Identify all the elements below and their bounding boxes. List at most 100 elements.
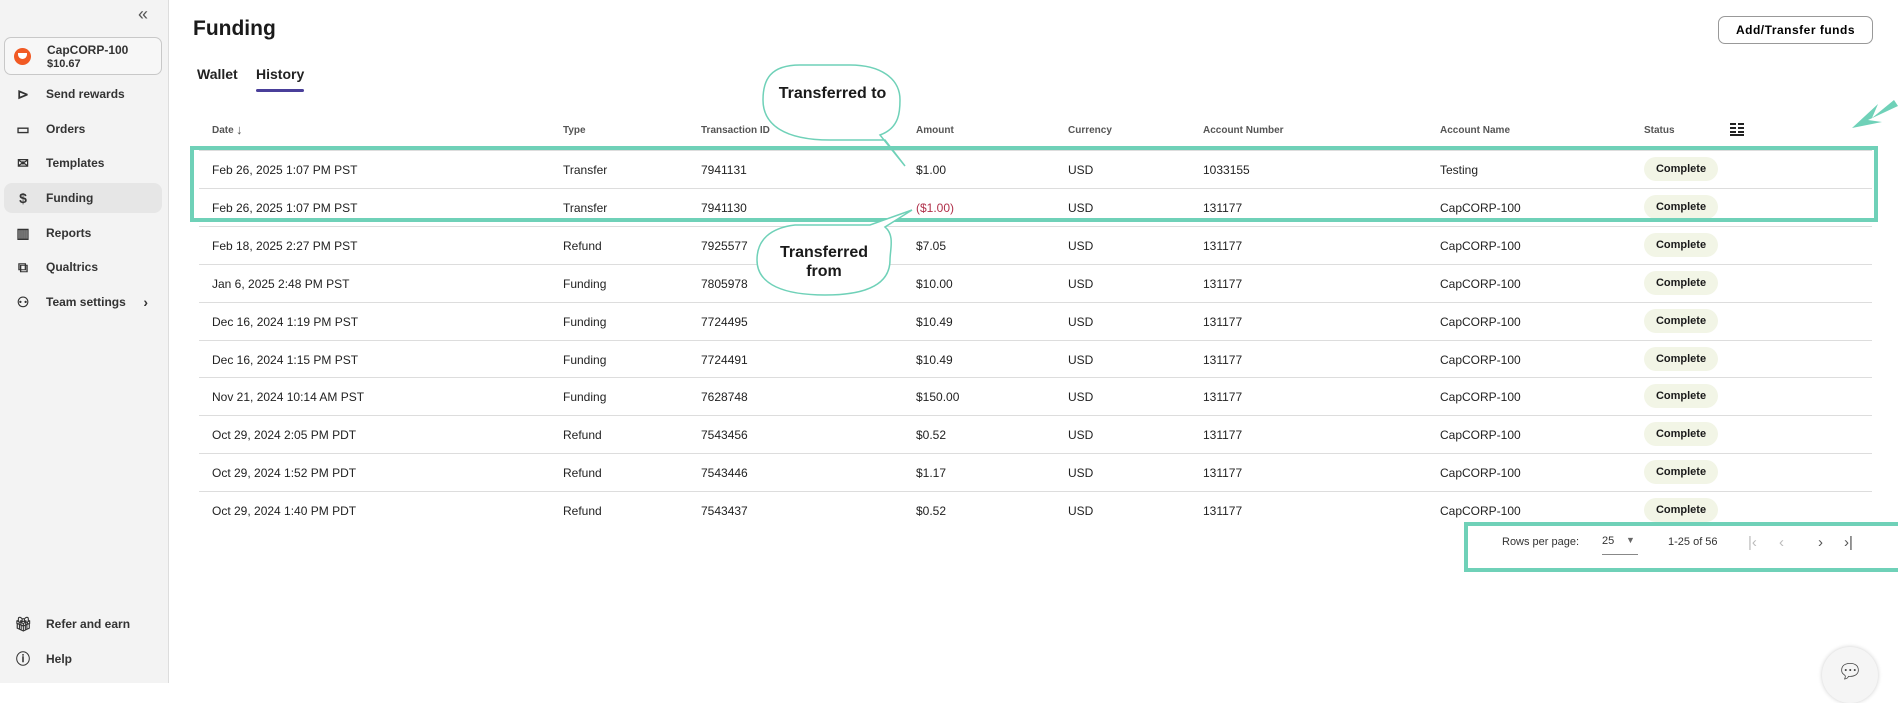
cell-type: Funding xyxy=(563,276,607,291)
cell-account-name: CapCORP-100 xyxy=(1440,390,1521,405)
cell-date: Nov 21, 2024 10:14 AM PST xyxy=(212,390,365,405)
bar-chart-icon: ▥ xyxy=(16,224,30,241)
cell-amount: $7.05 xyxy=(916,238,947,253)
arrow-pointer xyxy=(1852,100,1898,128)
table-row[interactable]: Jan 6, 2025 2:48 PM PST Funding 7805978 $10… xyxy=(199,263,1872,302)
previous-page-icon[interactable]: ‹ xyxy=(1779,534,1784,551)
table-row[interactable]: Oct 29, 2024 2:05 PM PDT Refund 7543456 $0.… xyxy=(199,415,1872,453)
first-page-icon[interactable]: |‹ xyxy=(1748,534,1757,551)
cell-currency: USD xyxy=(1068,276,1094,291)
column-header-currency[interactable]: Currency xyxy=(1068,125,1112,136)
rows-per-page-value: 25 xyxy=(1602,535,1615,547)
cell-type: Funding xyxy=(563,314,607,329)
caret-down-icon: ▼ xyxy=(1626,535,1635,545)
chevron-right-icon: › xyxy=(143,294,148,310)
cell-amount: $10.49 xyxy=(916,352,953,367)
cell-account-number: 131177 xyxy=(1203,466,1243,481)
cell-amount: $150.00 xyxy=(916,390,960,405)
cell-account-name: CapCORP-100 xyxy=(1440,276,1521,291)
people-icon: ⚇ xyxy=(16,293,30,310)
cell-account-name: CapCORP-100 xyxy=(1440,466,1521,481)
help-icon: ⓘ xyxy=(16,651,30,667)
cell-date: Oct 29, 2024 1:40 PM PDT xyxy=(212,504,357,519)
rows-per-page-label: Rows per page: xyxy=(1502,536,1580,548)
sidebar-item-send-rewards[interactable]: ⊳ Send rewards xyxy=(4,79,162,109)
next-page-icon[interactable]: › xyxy=(1818,534,1823,551)
sidebar-item-label: Reports xyxy=(46,226,92,240)
cell-account-number: 131177 xyxy=(1203,314,1243,329)
sidebar-item-refer-and-earn[interactable]: 🎁︎ Refer and earn xyxy=(4,609,162,639)
folder-icon: ▭ xyxy=(16,120,30,137)
cell-amount: $10.49 xyxy=(916,314,953,329)
table-row[interactable]: Feb 18, 2025 2:27 PM PST Refund 7925577 $7.… xyxy=(199,225,1872,264)
cell-type: Refund xyxy=(563,428,602,443)
cell-account-number: 131177 xyxy=(1203,504,1243,519)
cell-currency: USD xyxy=(1068,238,1094,253)
account-name: CapCORP-100 xyxy=(47,43,129,57)
sidebar-item-team-settings[interactable]: ⚇ Team settings › xyxy=(4,287,162,317)
account-switcher[interactable]: CapCORP-100 $10.67 xyxy=(4,37,162,75)
cell-transaction-id: 7543437 xyxy=(701,504,748,519)
sidebar-item-reports[interactable]: ▥ Reports xyxy=(4,218,162,248)
status-badge: Complete xyxy=(1644,270,1718,295)
table-row[interactable]: Dec 16, 2024 1:15 PM PST Funding 7724491 $1… xyxy=(199,339,1872,378)
cell-account-name: CapCORP-100 xyxy=(1440,428,1521,443)
page-title: Funding xyxy=(193,17,276,40)
table-row[interactable]: Nov 21, 2024 10:14 AM PST Funding 7628748 $… xyxy=(199,377,1872,415)
cell-transaction-id: 7925577 xyxy=(701,238,748,253)
sort-desc-icon[interactable]: ↓ xyxy=(236,122,243,137)
cell-transaction-id: 7805978 xyxy=(701,276,748,291)
gift-icon: 🎁︎ xyxy=(14,615,32,632)
last-page-icon[interactable]: ›| xyxy=(1844,534,1853,551)
tab-history[interactable]: History xyxy=(256,66,305,92)
rows-per-page-select[interactable]: 25 ▼ xyxy=(1602,535,1638,555)
cell-account-name: CapCORP-100 xyxy=(1440,352,1521,367)
table-row[interactable]: Dec 16, 2024 1:19 PM PST Funding 7724495 $1… xyxy=(199,301,1872,340)
column-settings-icon[interactable] xyxy=(1730,122,1744,136)
cell-date: Oct 29, 2024 1:52 PM PDT xyxy=(212,466,357,481)
envelope-icon: ✉ xyxy=(17,154,29,171)
add-transfer-funds-button[interactable]: Add/Transfer funds xyxy=(1718,16,1873,44)
cell-account-number: 131177 xyxy=(1203,428,1243,443)
cell-transaction-id: 7543456 xyxy=(701,428,748,443)
column-header-account-name[interactable]: Account Name xyxy=(1440,125,1510,136)
column-header-status[interactable]: Status xyxy=(1644,125,1675,136)
cell-amount: $0.52 xyxy=(916,504,947,519)
sidebar-item-label: Qualtrics xyxy=(46,260,99,274)
cell-type: Refund xyxy=(563,504,602,519)
cell-transaction-id: 7628748 xyxy=(701,390,748,405)
cell-currency: USD xyxy=(1068,466,1094,481)
sidebar-item-help[interactable]: ⓘ Help xyxy=(4,644,162,674)
cell-account-number: 131177 xyxy=(1203,352,1243,367)
dollar-icon: $ xyxy=(19,190,27,206)
cell-account-name: CapCORP-100 xyxy=(1440,238,1521,253)
column-header-date[interactable]: Date xyxy=(212,125,234,136)
cell-currency: USD xyxy=(1068,390,1094,405)
cell-date: Dec 16, 2024 1:19 PM PST xyxy=(212,314,359,329)
status-badge: Complete xyxy=(1644,498,1718,523)
sidebar-item-label: Templates xyxy=(46,156,105,170)
column-header-account-number[interactable]: Account Number xyxy=(1203,125,1284,136)
column-header-transaction-id[interactable]: Transaction ID xyxy=(701,125,770,136)
account-logo-icon xyxy=(14,48,31,65)
sidebar-item-funding[interactable]: $ Funding xyxy=(4,183,162,213)
status-badge: Complete xyxy=(1644,422,1718,447)
cell-amount: $10.00 xyxy=(916,276,953,291)
cell-currency: USD xyxy=(1068,314,1094,329)
cell-currency: USD xyxy=(1068,504,1094,519)
collapse-sidebar-icon[interactable]: « xyxy=(138,4,148,25)
sidebar-item-qualtrics[interactable]: ⧉ Qualtrics xyxy=(4,252,162,282)
sidebar-item-label: Team settings xyxy=(46,295,126,309)
status-badge: Complete xyxy=(1644,232,1718,257)
tab-wallet[interactable]: Wallet xyxy=(197,66,238,82)
callout-to-text: Transferred to xyxy=(778,85,887,102)
sidebar-item-templates[interactable]: ✉ Templates xyxy=(4,148,162,178)
cell-account-name: CapCORP-100 xyxy=(1440,504,1521,519)
status-badge: Complete xyxy=(1644,346,1718,371)
sidebar-item-orders[interactable]: ▭ Orders xyxy=(4,114,162,144)
column-header-type[interactable]: Type xyxy=(563,125,586,136)
cell-type: Refund xyxy=(563,466,602,481)
table-row[interactable]: Oct 29, 2024 1:52 PM PDT Refund 7543446 $1.… xyxy=(199,453,1872,491)
chat-button[interactable]: 💬︎ xyxy=(1822,647,1878,703)
column-header-amount[interactable]: Amount xyxy=(916,125,954,136)
